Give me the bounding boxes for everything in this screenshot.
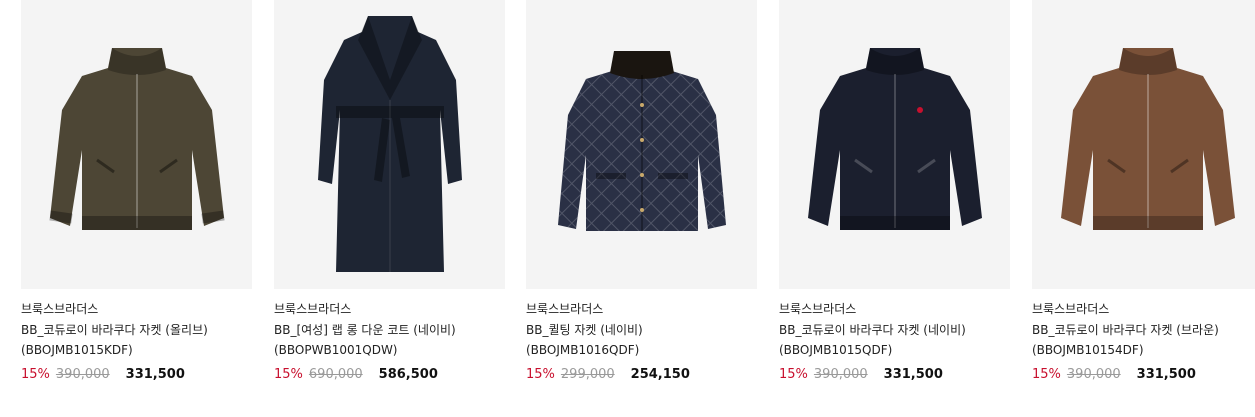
- discount-rate: 15%: [526, 367, 555, 382]
- product-code: (BBOJMB1015QDF): [779, 343, 893, 357]
- product-code: (BBOJMB1015KDF): [21, 343, 133, 357]
- product-code: (BBOJMB1016QDF): [526, 343, 640, 357]
- product-card[interactable]: 브룩스브라더스 BB_코듀로이 바라쿠다 자켓 (올리브) (BBOJMB101…: [21, 0, 252, 382]
- discount-rate: 15%: [779, 367, 808, 382]
- discount-rate: 15%: [274, 367, 303, 382]
- original-price: 299,000: [560, 367, 615, 382]
- product-brand: 브룩스브라더스: [21, 302, 99, 316]
- product-brand: 브룩스브라더스: [274, 302, 352, 316]
- product-brand: 브룩스브라더스: [526, 302, 604, 316]
- product-code: (BBOJMB10154DF): [1032, 343, 1144, 357]
- navy-quilted-jacket-icon: [557, 50, 726, 231]
- product-card[interactable]: 브룩스브라더스 BB_[여성] 랩 롱 다운 코트 (네이비) (BBOPWB1…: [274, 0, 505, 382]
- sale-price: 254,150: [630, 367, 690, 382]
- original-price: 690,000: [308, 367, 363, 382]
- olive-corduroy-jacket-icon: [48, 47, 225, 230]
- product-brand: 브룩스브라더스: [779, 302, 857, 316]
- product-image[interactable]: [274, 0, 505, 289]
- product-brand: 브룩스브라더스: [1032, 302, 1110, 316]
- price-row: 15% 299,000 254,150: [526, 367, 757, 382]
- product-card[interactable]: 브룩스브라더스 BB_퀼팅 자켓 (네이비) (BBOJMB1016QDF) 1…: [526, 0, 757, 382]
- discount-rate: 15%: [1032, 367, 1061, 382]
- product-image[interactable]: [1032, 0, 1255, 289]
- product-name[interactable]: BB_코듀로이 바라쿠다 자켓 (올리브): [21, 322, 252, 338]
- product-name[interactable]: BB_코듀로이 바라쿠다 자켓 (브라운): [1032, 322, 1255, 338]
- sale-price: 586,500: [378, 367, 438, 382]
- brown-corduroy-jacket-icon: [1060, 47, 1235, 230]
- product-name[interactable]: BB_코듀로이 바라쿠다 자켓 (네이비): [779, 322, 1010, 338]
- sale-price: 331,500: [883, 367, 943, 382]
- navy-corduroy-jacket-icon: [807, 47, 982, 230]
- discount-rate: 15%: [21, 367, 50, 382]
- price-row: 15% 390,000 331,500: [21, 367, 252, 382]
- original-price: 390,000: [55, 367, 110, 382]
- product-name[interactable]: BB_퀼팅 자켓 (네이비): [526, 322, 757, 338]
- price-row: 15% 390,000 331,500: [1032, 367, 1255, 382]
- product-card[interactable]: 브룩스브라더스 BB_코듀로이 바라쿠다 자켓 (네이비) (BBOJMB101…: [779, 0, 1010, 382]
- original-price: 390,000: [1066, 367, 1121, 382]
- product-grid: 브룩스브라더스 BB_코듀로이 바라쿠다 자켓 (올리브) (BBOJMB101…: [0, 0, 1255, 417]
- sale-price: 331,500: [125, 367, 185, 382]
- product-code: (BBOPWB1001QDW): [274, 343, 398, 357]
- price-row: 15% 690,000 586,500: [274, 367, 505, 382]
- original-price: 390,000: [813, 367, 868, 382]
- price-row: 15% 390,000 331,500: [779, 367, 1010, 382]
- product-image[interactable]: [21, 0, 252, 289]
- product-card[interactable]: 브룩스브라더스 BB_코듀로이 바라쿠다 자켓 (브라운) (BBOJMB101…: [1032, 0, 1255, 382]
- product-image[interactable]: [779, 0, 1010, 289]
- product-image[interactable]: [526, 0, 757, 289]
- navy-long-down-coat-icon: [317, 15, 462, 272]
- sale-price: 331,500: [1136, 367, 1196, 382]
- product-name[interactable]: BB_[여성] 랩 롱 다운 코트 (네이비): [274, 322, 505, 338]
